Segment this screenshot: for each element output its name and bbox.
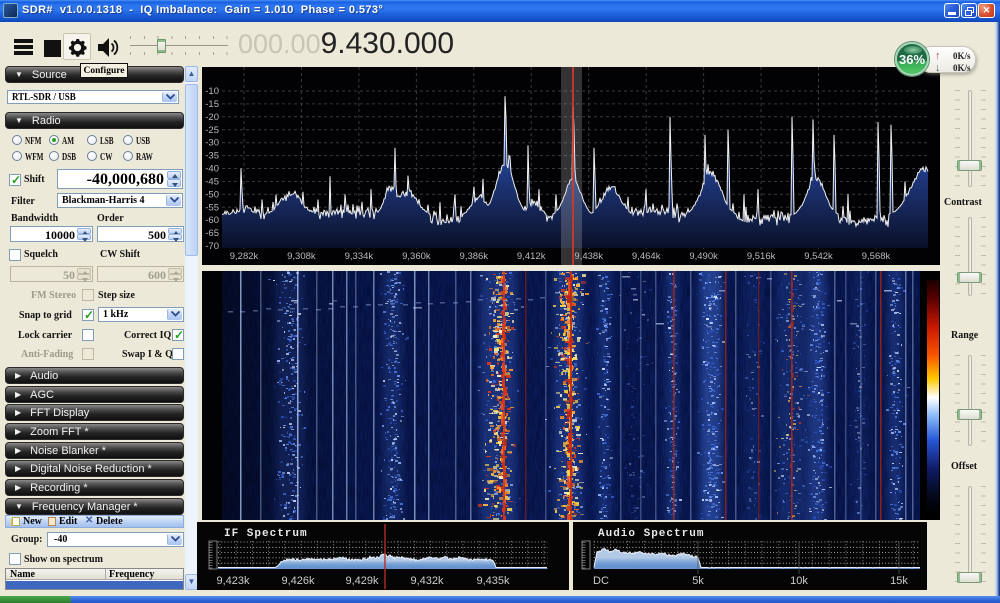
svg-text:Audio Spectrum: Audio Spectrum — [598, 528, 704, 540]
svg-text:IF Spectrum: IF Spectrum — [224, 528, 308, 540]
svg-text:-40: -40 — [205, 164, 219, 175]
svg-text:9,516k: 9,516k — [747, 251, 776, 262]
svg-text:-55: -55 — [205, 202, 219, 213]
svg-text:9,435k: 9,435k — [476, 575, 510, 587]
svg-text:DC: DC — [593, 575, 609, 587]
svg-text:9,542k: 9,542k — [804, 251, 833, 262]
svg-text:-25: -25 — [205, 125, 219, 136]
svg-text:9,412k: 9,412k — [517, 251, 546, 262]
svg-text:10k: 10k — [790, 575, 808, 587]
svg-text:-60: -60 — [205, 215, 219, 226]
svg-text:-20: -20 — [205, 112, 219, 123]
svg-text:-15: -15 — [205, 99, 219, 110]
svg-text:9,360k: 9,360k — [402, 251, 431, 262]
svg-text:-50: -50 — [205, 189, 219, 200]
svg-text:-45: -45 — [205, 176, 219, 187]
svg-text:9,423k: 9,423k — [216, 575, 250, 587]
svg-text:-35: -35 — [205, 151, 219, 162]
svg-text:9,568k: 9,568k — [862, 251, 891, 262]
svg-text:15k: 15k — [890, 575, 908, 587]
svg-text:9,386k: 9,386k — [460, 251, 489, 262]
svg-text:9,432k: 9,432k — [410, 575, 444, 587]
svg-text:-65: -65 — [205, 228, 219, 239]
svg-text:9,426k: 9,426k — [281, 575, 315, 587]
svg-text:-70: -70 — [205, 241, 219, 252]
svg-text:-30: -30 — [205, 138, 219, 149]
svg-text:9,308k: 9,308k — [287, 251, 316, 262]
svg-text:9,464k: 9,464k — [632, 251, 661, 262]
svg-text:9,490k: 9,490k — [689, 251, 718, 262]
svg-text:9,429k: 9,429k — [345, 575, 379, 587]
svg-text:-10: -10 — [205, 86, 219, 97]
svg-text:5k: 5k — [692, 575, 704, 587]
svg-text:9,334k: 9,334k — [345, 251, 374, 262]
svg-text:9,282k: 9,282k — [230, 251, 259, 262]
